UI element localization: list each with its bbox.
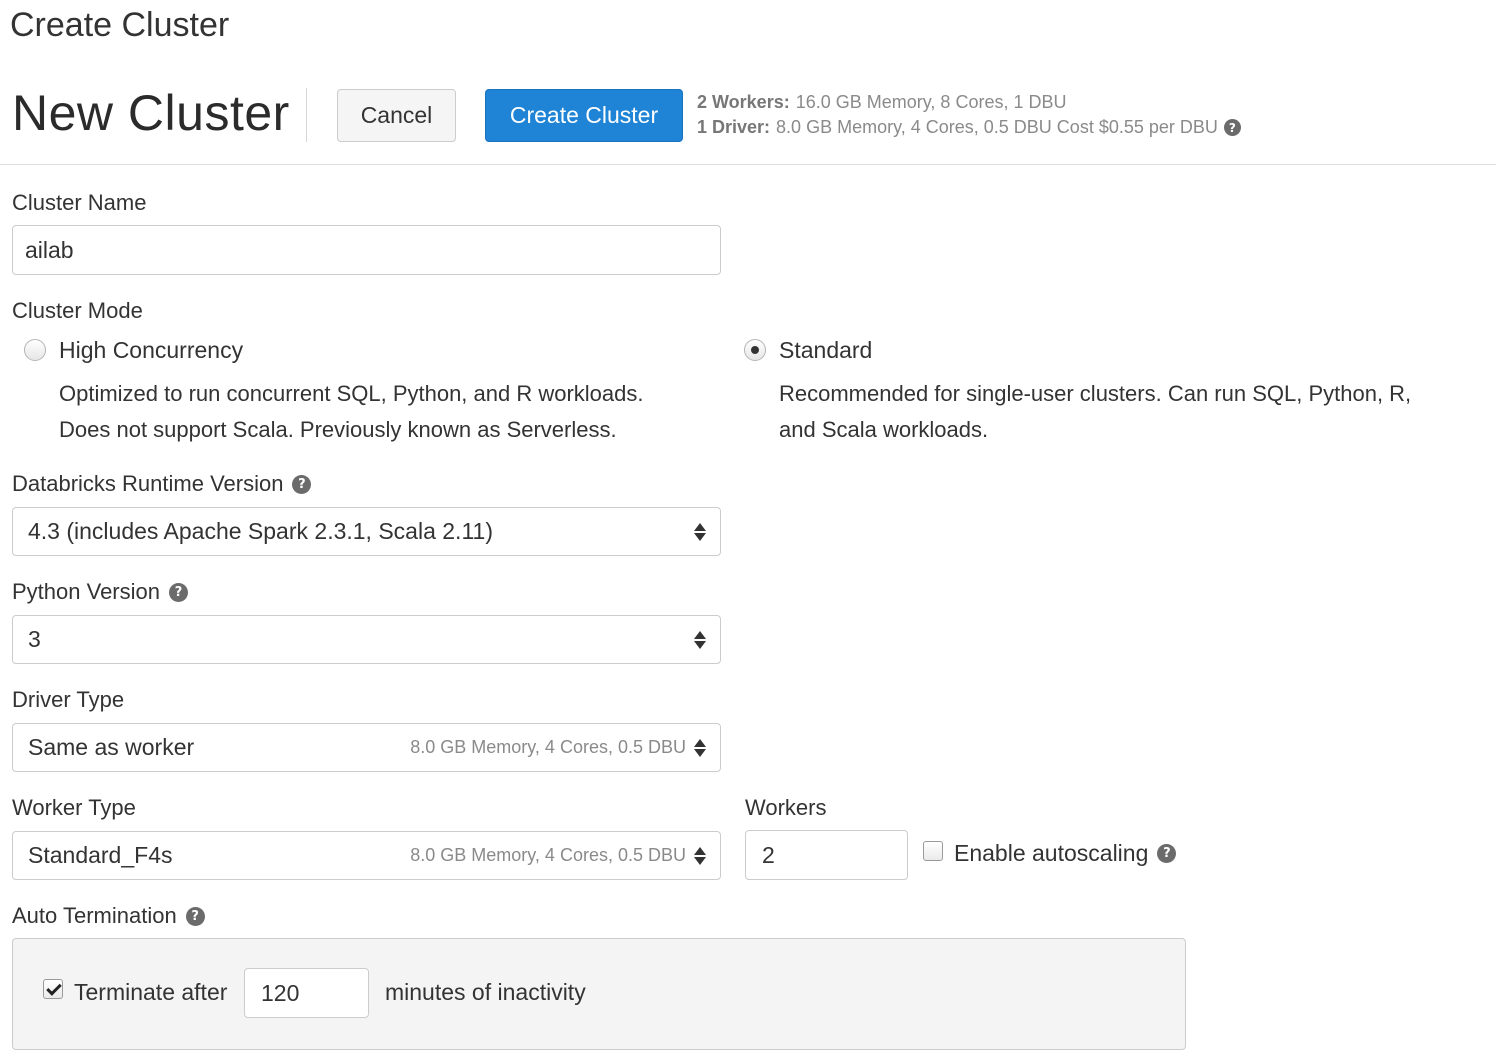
heading-divider <box>306 88 307 142</box>
python-version-label-text: Python Version <box>12 579 160 604</box>
worker-type-label: Worker Type <box>12 795 136 820</box>
sort-arrows-icon <box>694 630 706 649</box>
driver-type-value: Same as worker <box>28 734 195 760</box>
question-circle-icon[interactable]: ? <box>292 474 312 494</box>
high-concurrency-description: Optimized to run concurrent SQL, Python,… <box>59 376 644 448</box>
minutes-inactivity-label: minutes of inactivity <box>385 979 586 1005</box>
cluster-heading: New Cluster <box>12 85 290 141</box>
worker-type-specs: 8.0 GB Memory, 4 Cores, 0.5 DBU <box>410 845 686 865</box>
cluster-name-label: Cluster Name <box>12 190 147 215</box>
worker-type-value: Standard_F4s <box>28 842 173 868</box>
autoscaling-checkbox[interactable] <box>923 841 943 861</box>
high-concurrency-label[interactable]: High Concurrency <box>59 337 243 364</box>
driver-type-specs: 8.0 GB Memory, 4 Cores, 0.5 DBU <box>410 737 686 757</box>
sort-arrows-icon <box>694 738 706 757</box>
cancel-button[interactable]: Cancel <box>337 89 456 142</box>
driver-type-label: Driver Type <box>12 687 125 712</box>
driver-type-select[interactable]: Same as worker 8.0 GB Memory, 4 Cores, 0… <box>12 723 721 772</box>
cluster-name-value: ailab <box>25 236 74 263</box>
auto-termination-label: Auto Termination ? <box>12 903 205 929</box>
runtime-version-select[interactable]: 4.3 (includes Apache Spark 2.3.1, Scala … <box>12 507 721 556</box>
high-concurrency-desc-line-1: Optimized to run concurrent SQL, Python,… <box>59 381 644 406</box>
workers-label: Workers <box>745 795 827 820</box>
autoscaling-label[interactable]: Enable autoscaling ? <box>954 840 1177 867</box>
python-version-value: 3 <box>28 626 41 652</box>
workers-summary-value: 16.0 GB Memory, 8 Cores, 1 DBU <box>795 92 1067 112</box>
header-divider <box>0 164 1496 165</box>
high-concurrency-desc-line-2: Does not support Scala. Previously known… <box>59 417 617 442</box>
question-circle-icon[interactable]: ? <box>1223 119 1241 136</box>
question-circle-icon[interactable]: ? <box>1157 844 1177 863</box>
driver-summary-value: 8.0 GB Memory, 4 Cores, 0.5 DBU Cost $0.… <box>776 117 1218 137</box>
cluster-mode-label: Cluster Mode <box>12 298 143 323</box>
auto-termination-label-text: Auto Termination <box>12 903 177 928</box>
sort-arrows-icon <box>694 846 706 865</box>
standard-label[interactable]: Standard <box>779 337 872 364</box>
runtime-version-label-text: Databricks Runtime Version <box>12 471 284 496</box>
page-title: Create Cluster <box>10 6 230 44</box>
high-concurrency-radio[interactable] <box>24 339 46 361</box>
standard-description: Recommended for single-user clusters. Ca… <box>779 376 1411 448</box>
terminate-checkbox[interactable] <box>43 979 63 999</box>
driver-summary-key: 1 Driver: <box>697 117 771 137</box>
terminate-after-label[interactable]: Terminate after <box>74 979 227 1006</box>
create-cluster-button[interactable]: Create Cluster <box>485 89 683 142</box>
workers-summary: 2 Workers: 16.0 GB Memory, 8 Cores, 1 DB… <box>697 92 1066 113</box>
autoscaling-label-text[interactable]: Enable autoscaling <box>954 840 1148 867</box>
workers-input[interactable]: 2 <box>745 830 908 880</box>
question-circle-icon[interactable]: ? <box>185 906 205 926</box>
python-version-select[interactable]: 3 <box>12 615 721 664</box>
workers-summary-key: 2 Workers: <box>697 92 790 112</box>
runtime-version-value: 4.3 (includes Apache Spark 2.3.1, Scala … <box>28 518 493 544</box>
standard-desc-line-2: and Scala workloads. <box>779 417 989 442</box>
terminate-minutes-value: 120 <box>261 979 300 1006</box>
standard-radio[interactable] <box>744 339 766 361</box>
cluster-name-input[interactable]: ailab <box>12 225 721 275</box>
workers-value: 2 <box>762 841 775 868</box>
terminate-minutes-input[interactable]: 120 <box>244 968 369 1018</box>
runtime-version-label: Databricks Runtime Version ? <box>12 471 312 497</box>
python-version-label: Python Version ? <box>12 579 188 605</box>
driver-summary: 1 Driver: 8.0 GB Memory, 4 Cores, 0.5 DB… <box>697 117 1241 138</box>
question-circle-icon[interactable]: ? <box>168 582 188 602</box>
worker-type-select[interactable]: Standard_F4s 8.0 GB Memory, 4 Cores, 0.5… <box>12 831 721 880</box>
sort-arrows-icon <box>694 522 706 541</box>
standard-desc-line-1: Recommended for single-user clusters. Ca… <box>779 381 1412 406</box>
